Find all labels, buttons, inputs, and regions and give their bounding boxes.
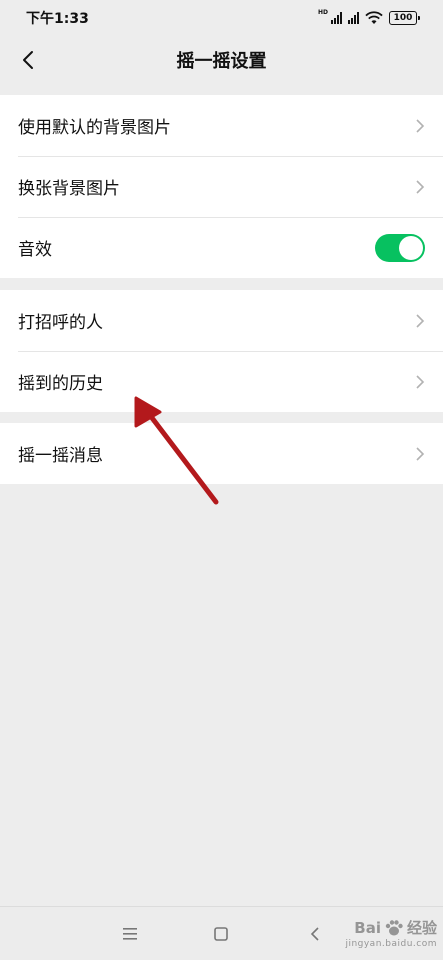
row-label: 换张背景图片 xyxy=(18,179,120,199)
hd-badge: HD xyxy=(317,8,328,16)
back-button[interactable] xyxy=(12,44,44,76)
sound-effect-row: 音效 xyxy=(0,217,443,278)
settings-group-3: 摇一摇消息 xyxy=(0,423,443,484)
chevron-right-icon xyxy=(416,374,425,389)
row-label: 音效 xyxy=(18,240,52,260)
chevron-right-icon xyxy=(416,118,425,133)
sound-effect-toggle[interactable] xyxy=(375,233,425,262)
status-icons: HD 100 xyxy=(317,8,420,25)
back-triangle-icon xyxy=(310,927,319,941)
status-time: 下午1:33 xyxy=(26,11,89,27)
home-icon xyxy=(214,927,228,941)
signal-icon xyxy=(331,12,342,24)
chevron-right-icon xyxy=(416,446,425,461)
signal-icon-2 xyxy=(348,12,359,24)
row-label: 打招呼的人 xyxy=(18,313,103,333)
chevron-right-icon xyxy=(416,313,425,328)
wifi-icon xyxy=(365,11,383,24)
greeted-people-row[interactable]: 打招呼的人 xyxy=(0,290,443,351)
menu-button[interactable] xyxy=(119,923,141,945)
chevron-left-icon xyxy=(23,51,33,69)
shake-messages-row[interactable]: 摇一摇消息 xyxy=(0,423,443,484)
menu-icon xyxy=(123,928,137,940)
row-label: 使用默认的背景图片 xyxy=(18,118,171,138)
chevron-right-icon xyxy=(416,179,425,194)
nav-bar: 摇一摇设置 xyxy=(0,36,443,84)
battery-level: 100 xyxy=(393,12,413,23)
battery-icon: 100 xyxy=(389,11,420,25)
settings-group-1: 使用默认的背景图片 换张背景图片 音效 xyxy=(0,95,443,278)
row-label: 摇到的历史 xyxy=(18,374,103,394)
system-back-button[interactable] xyxy=(304,923,326,945)
shake-history-row[interactable]: 摇到的历史 xyxy=(0,351,443,412)
home-button[interactable] xyxy=(210,923,232,945)
system-nav-bar xyxy=(0,906,443,960)
change-background-row[interactable]: 换张背景图片 xyxy=(0,156,443,217)
page-title: 摇一摇设置 xyxy=(176,51,267,72)
row-label: 摇一摇消息 xyxy=(18,446,103,466)
default-background-row[interactable]: 使用默认的背景图片 xyxy=(0,95,443,156)
settings-group-2: 打招呼的人 摇到的历史 xyxy=(0,290,443,412)
status-bar: 下午1:33 HD 100 xyxy=(0,0,443,36)
toggle-knob xyxy=(399,235,423,260)
